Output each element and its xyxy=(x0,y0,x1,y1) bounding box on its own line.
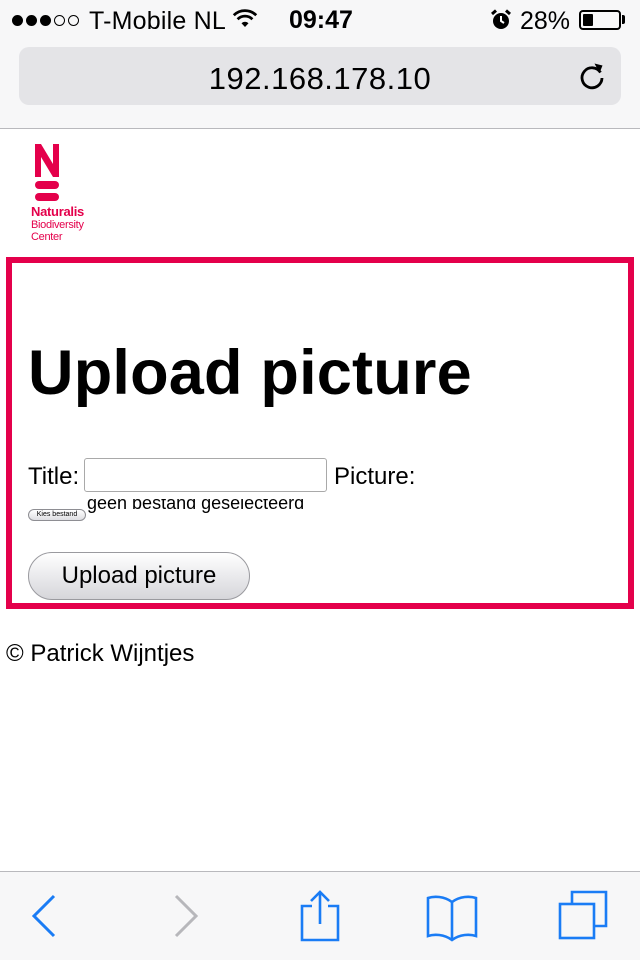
url-text: 192.168.178.10 xyxy=(208,61,432,96)
url-field[interactable]: 192.168.178.10 xyxy=(19,47,621,105)
reload-icon[interactable] xyxy=(577,61,607,91)
tabs-icon[interactable] xyxy=(558,890,610,942)
clock-time: 09:47 xyxy=(289,6,353,34)
carrier-name: T-Mobile NL xyxy=(89,7,226,35)
logo-name: Naturalis xyxy=(31,204,84,219)
browser-toolbar xyxy=(0,871,640,960)
naturalis-logo: Naturalis Biodiversity Center xyxy=(28,144,108,244)
battery-percentage: 28% xyxy=(520,7,571,35)
share-icon[interactable] xyxy=(294,890,346,942)
file-status-clip: geen bestand geselecteerd xyxy=(87,499,347,513)
upload-form: Upload picture Title: Picture: Kies best… xyxy=(6,257,634,609)
forward-icon[interactable] xyxy=(160,890,212,942)
file-status-text: geen bestand geselecteerd xyxy=(87,499,305,513)
logo-subtitle: Biodiversity Center xyxy=(31,219,84,243)
alarm-icon xyxy=(491,9,511,29)
phone-screen: T-Mobile NL 09:47 28% 192.168.178.10 Nat… xyxy=(0,0,640,960)
page-title: Upload picture xyxy=(28,338,472,408)
back-icon[interactable] xyxy=(18,890,70,942)
signal-strength-icon xyxy=(12,10,79,30)
choose-file-button[interactable]: Kies bestand xyxy=(28,509,86,521)
upload-picture-button[interactable]: Upload picture xyxy=(28,552,250,600)
wifi-icon xyxy=(232,9,258,27)
title-label: Title: xyxy=(28,463,80,490)
copyright-text: © Patrick Wijntjes xyxy=(6,640,195,667)
title-input[interactable] xyxy=(84,458,327,492)
browser-address-bar: 192.168.178.10 xyxy=(0,40,640,129)
naturalis-logo-mark xyxy=(35,144,59,201)
bookmarks-icon[interactable] xyxy=(426,890,478,942)
picture-label: Picture: xyxy=(334,463,416,490)
battery-icon xyxy=(579,10,621,30)
status-bar: T-Mobile NL 09:47 28% xyxy=(0,0,640,40)
